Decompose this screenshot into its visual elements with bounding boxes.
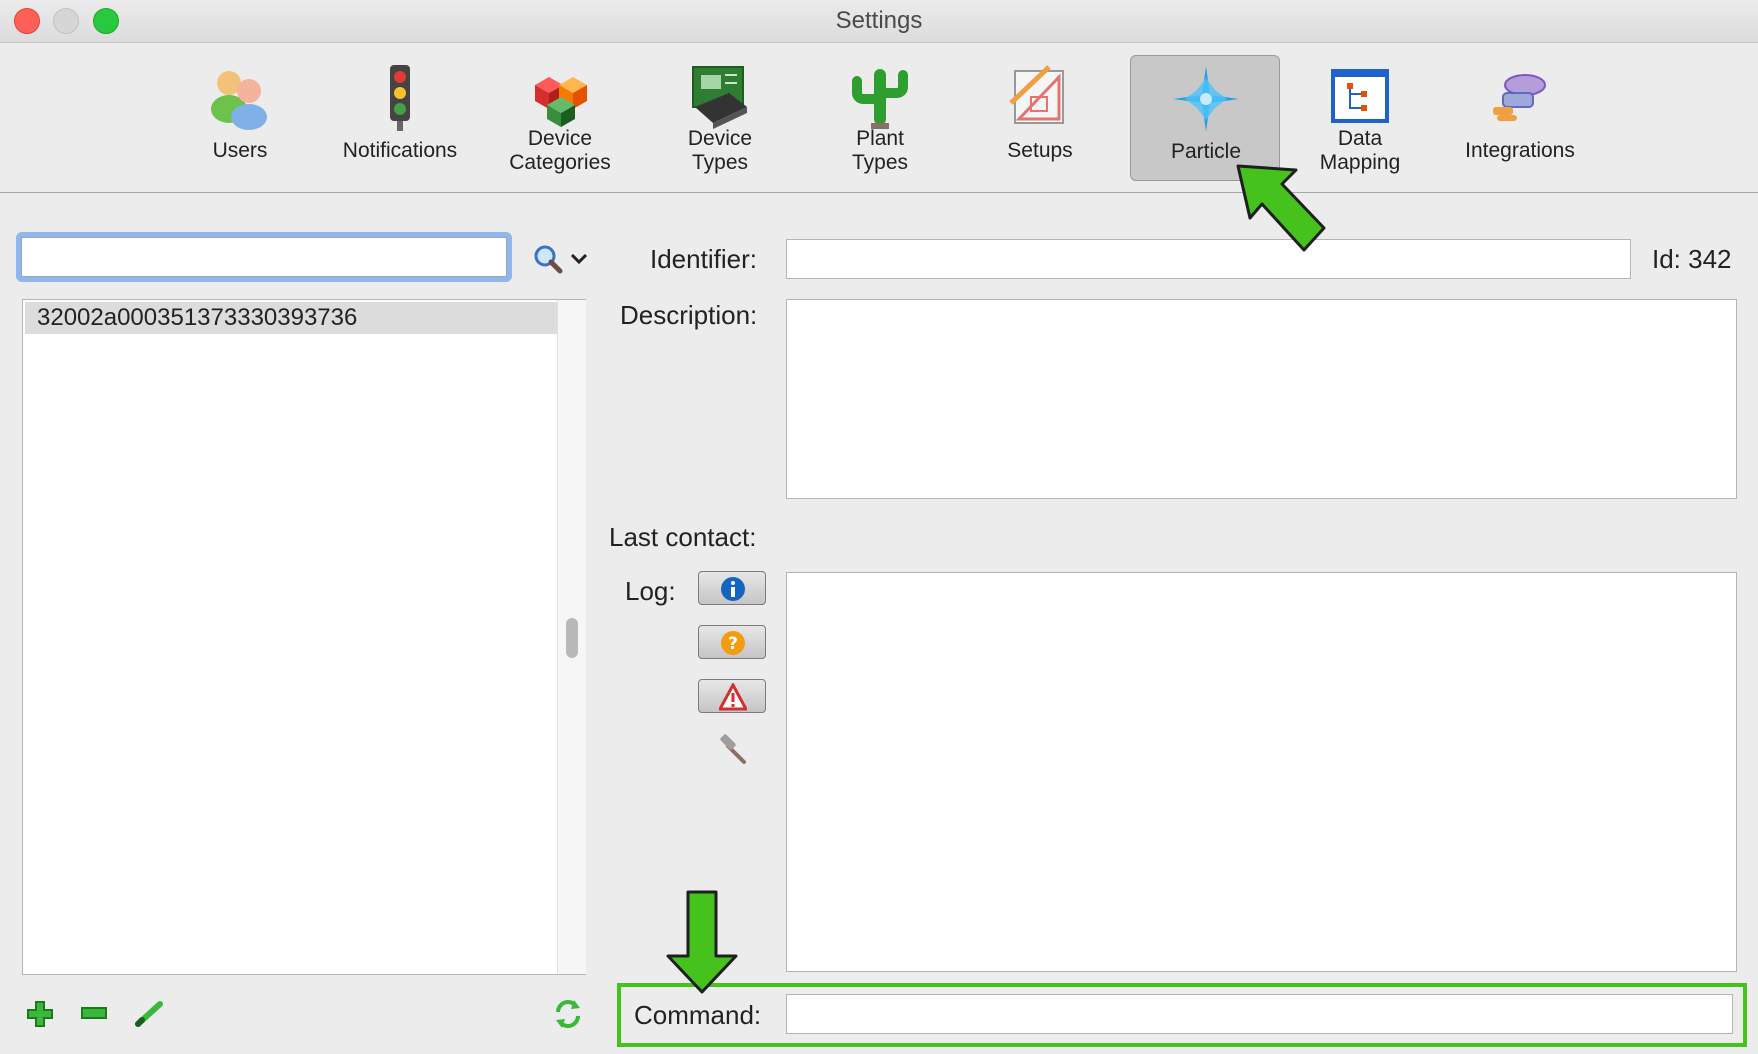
tab-device-types-label: Device Types <box>645 127 795 175</box>
tab-device-categories[interactable]: Device Categories <box>485 55 635 181</box>
tab-plant-types-label: Plant Types <box>805 127 955 175</box>
log-warning-filter-button[interactable] <box>698 679 766 713</box>
tab-notifications[interactable]: Notifications <box>325 55 475 181</box>
tab-plant-types-label-line: Plant Types <box>805 127 955 175</box>
annotation-arrow-up-icon <box>1236 164 1326 252</box>
question-icon: ? <box>721 631 745 655</box>
device-list[interactable]: 32002a000351373330393736 <box>22 299 586 975</box>
tab-users-label: Users <box>212 139 268 162</box>
tab-label-line: Device <box>527 127 593 150</box>
tab-label-line: Device <box>687 127 753 150</box>
identifier-input[interactable] <box>787 240 1630 278</box>
window-title: Settings <box>835 7 923 34</box>
search-input[interactable] <box>21 237 507 277</box>
add-icon[interactable] <box>26 1000 54 1028</box>
log-info-filter-button[interactable] <box>698 571 766 605</box>
plug-icon <box>1493 74 1546 121</box>
list-item[interactable]: 32002a000351373330393736 <box>25 302 557 334</box>
data-mapping-icon <box>1331 69 1389 123</box>
log-label: Log: <box>625 576 676 606</box>
command-input[interactable] <box>787 995 1732 1033</box>
tab-device-categories-label-line: Device Categories <box>485 127 635 175</box>
tab-label-line: Plant <box>856 127 904 150</box>
tab-label-line: Types <box>851 151 909 174</box>
log-question-filter-button[interactable]: ? <box>698 625 766 659</box>
command-field[interactable] <box>786 994 1733 1034</box>
remove-icon[interactable] <box>80 1005 108 1021</box>
log-textarea[interactable] <box>787 573 1736 971</box>
hammer-icon[interactable] <box>716 734 748 766</box>
identifier-field[interactable] <box>786 239 1631 279</box>
particle-star-icon <box>1173 66 1239 132</box>
traffic-light-icon <box>390 65 410 131</box>
description-label: Description: <box>620 300 758 330</box>
annotation-arrow-down-icon <box>666 890 738 994</box>
description-field[interactable] <box>786 299 1737 499</box>
tab-label-line: Types <box>691 151 749 174</box>
tab-device-types-label-line: Device Types <box>645 127 795 175</box>
users-icon <box>211 71 267 130</box>
tab-label-line: Categories <box>509 151 611 174</box>
tab-device-types[interactable]: Device Types <box>645 55 795 181</box>
search-field-frame <box>16 232 512 282</box>
log-area[interactable] <box>786 572 1737 972</box>
identifier-label: Identifier: <box>650 244 757 274</box>
list-scrollbar[interactable] <box>557 300 586 974</box>
tab-notifications-label: Notifications <box>342 139 458 162</box>
tab-device-categories-label: Device Categories <box>485 127 635 175</box>
id-value: Id: 342 <box>1652 244 1732 274</box>
command-label: Command: <box>634 1000 762 1030</box>
circuit-board-icon <box>692 66 747 129</box>
last-contact-label: Last contact: <box>609 522 757 552</box>
tab-integrations[interactable]: Integrations <box>1445 55 1595 181</box>
cubes-icon <box>535 77 587 127</box>
search-menu-icon[interactable] <box>532 243 588 275</box>
tab-integrations-label: Integrations <box>1465 139 1575 162</box>
svg-text:?: ? <box>728 634 738 654</box>
tab-setups[interactable]: Setups <box>965 55 1115 181</box>
tab-setups-label: Setups <box>1007 139 1073 162</box>
description-textarea[interactable] <box>787 300 1736 498</box>
drafting-icon <box>1009 65 1064 124</box>
tab-users[interactable]: Users <box>165 55 315 181</box>
refresh-icon[interactable] <box>552 998 584 1030</box>
tab-label-line: Data <box>1337 127 1383 150</box>
warning-icon <box>719 683 747 711</box>
cactus-icon <box>852 69 908 129</box>
scrollbar-thumb[interactable] <box>566 618 578 658</box>
info-icon <box>721 577 745 601</box>
edit-pencil-icon[interactable] <box>134 1000 164 1028</box>
tab-plant-types[interactable]: Plant Types <box>805 55 955 181</box>
settings-toolbar: Users Notifications Device Categories De… <box>0 43 1758 193</box>
